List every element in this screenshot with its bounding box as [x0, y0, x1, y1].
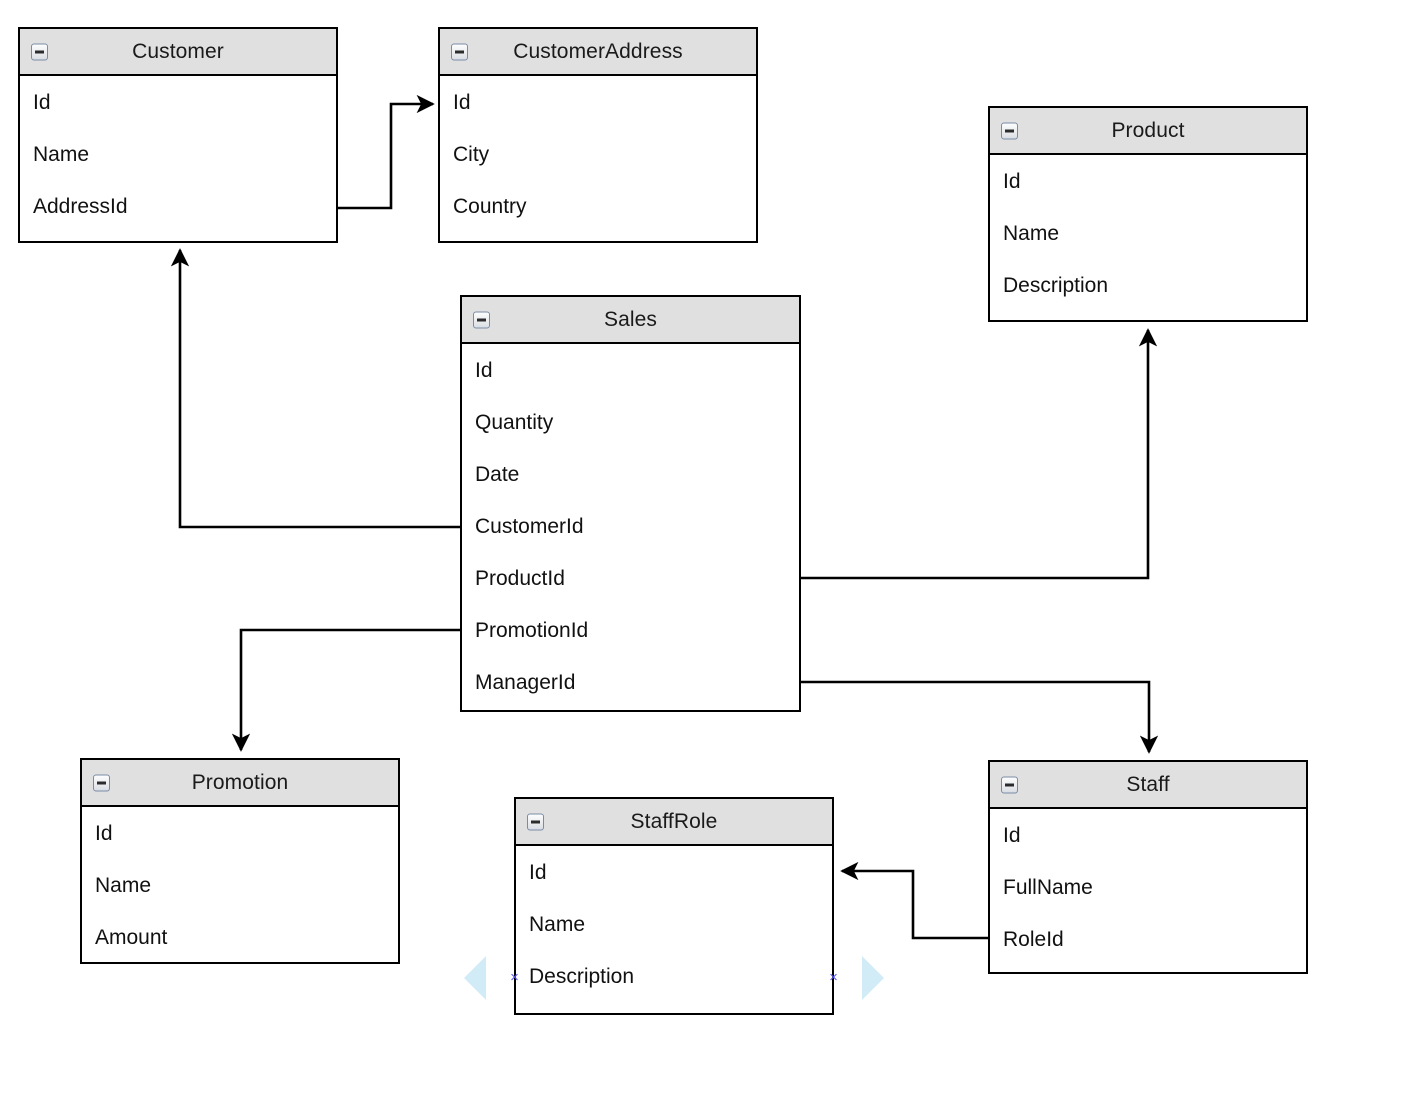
field-row[interactable]: Name — [82, 859, 398, 911]
field-row[interactable]: Amount — [82, 911, 398, 963]
field-row[interactable]: Id — [990, 809, 1306, 861]
field-row[interactable]: Name — [516, 898, 832, 950]
field-row[interactable]: ManagerId — [462, 656, 799, 708]
field-label: Name — [1003, 221, 1060, 245]
entity-table-sales[interactable]: Sales Id Quantity Date CustomerId ProductId Pr… — [460, 295, 801, 712]
entity-field-list: Id Quantity Date CustomerId ProductId Promoti… — [462, 344, 799, 708]
connection-anchor-left-icon[interactable]: × — [508, 970, 521, 985]
field-label: Name — [95, 873, 152, 897]
field-label: ManagerId — [475, 670, 576, 694]
field-label: Id — [1003, 823, 1021, 847]
entity-header-sales[interactable]: Sales — [462, 297, 799, 344]
entity-header-staff[interactable]: Staff — [990, 762, 1306, 809]
field-label: Country — [453, 194, 527, 218]
field-label: RoleId — [1003, 927, 1064, 951]
field-label: City — [453, 142, 490, 166]
field-row[interactable]: RoleId — [990, 913, 1306, 965]
field-row[interactable]: Id — [516, 846, 832, 898]
field-row[interactable]: Date — [462, 448, 799, 500]
entity-title: Staff — [1126, 773, 1170, 796]
entity-field-list: Id Name Description — [990, 155, 1306, 311]
minus-box-icon[interactable] — [93, 774, 110, 791]
field-row[interactable]: Id — [462, 344, 799, 396]
field-label: Id — [475, 358, 493, 382]
field-label: Description — [1003, 273, 1109, 297]
entity-title: Promotion — [191, 771, 289, 794]
entity-field-list: Id FullName RoleId — [990, 809, 1306, 965]
field-label: Id — [33, 90, 51, 114]
field-row[interactable]: Id — [440, 76, 756, 128]
field-label: Date — [475, 462, 520, 486]
field-label: Id — [1003, 169, 1021, 193]
entity-field-list: Id Name Amount — [82, 807, 398, 963]
entity-field-list: Id City Country — [440, 76, 756, 232]
relationship-edge-sales-customerid-to-customer[interactable] — [170, 248, 460, 529]
relationship-edge-sales-managerid-to-staff[interactable] — [801, 680, 1159, 754]
field-label: Amount — [95, 925, 168, 949]
field-label: CustomerId — [475, 514, 584, 538]
minus-box-icon[interactable] — [1001, 122, 1018, 139]
field-row[interactable]: Description — [516, 950, 832, 1002]
minus-box-icon[interactable] — [473, 311, 490, 328]
field-row[interactable]: Name — [20, 128, 336, 180]
entity-header-customer_address[interactable]: CustomerAddress — [440, 29, 756, 76]
nav-arrow-left-icon[interactable] — [464, 956, 486, 1000]
field-row[interactable]: ProductId — [462, 552, 799, 604]
entity-title: Product — [1111, 119, 1185, 142]
field-label: AddressId — [33, 194, 128, 218]
connection-anchor-right-icon[interactable]: × — [827, 970, 840, 985]
field-row[interactable]: City — [440, 128, 756, 180]
field-label: ProductId — [475, 566, 565, 590]
field-row[interactable]: CustomerId — [462, 500, 799, 552]
entity-table-customer[interactable]: Customer Id Name AddressId — [18, 27, 338, 243]
field-row[interactable]: Description — [990, 259, 1306, 311]
field-row[interactable]: Id — [82, 807, 398, 859]
minus-box-icon[interactable] — [31, 43, 48, 60]
field-label: Quantity — [475, 410, 554, 434]
relationship-edge-customer-addressid-to-customeraddress-id[interactable] — [338, 94, 435, 210]
minus-box-icon[interactable] — [1001, 776, 1018, 793]
field-label: Id — [453, 90, 471, 114]
entity-table-customer_address[interactable]: CustomerAddress Id City Country — [438, 27, 758, 243]
relationship-edge-staff-roleid-to-staffrole[interactable] — [840, 861, 988, 940]
entity-field-list: Id Name AddressId — [20, 76, 336, 232]
field-row[interactable]: FullName — [990, 861, 1306, 913]
entity-title: CustomerAddress — [513, 40, 683, 63]
entity-title: Customer — [132, 40, 224, 63]
field-row[interactable]: Id — [990, 155, 1306, 207]
nav-arrow-right-icon[interactable] — [862, 956, 884, 1000]
entity-field-list: Id Name Description — [516, 846, 832, 1002]
entity-table-staff_role[interactable]: StaffRole Id Name Description — [514, 797, 834, 1015]
field-label: Name — [33, 142, 90, 166]
entity-header-customer[interactable]: Customer — [20, 29, 336, 76]
field-row[interactable]: Quantity — [462, 396, 799, 448]
field-label: PromotionId — [475, 618, 589, 642]
minus-box-icon[interactable] — [527, 813, 544, 830]
field-row[interactable]: Name — [990, 207, 1306, 259]
field-label: FullName — [1003, 875, 1093, 899]
entity-header-promotion[interactable]: Promotion — [82, 760, 398, 807]
field-label: Id — [529, 860, 547, 884]
field-row[interactable]: Id — [20, 76, 336, 128]
field-label: Description — [529, 964, 635, 988]
entity-table-product[interactable]: Product Id Name Description — [988, 106, 1308, 322]
entity-header-product[interactable]: Product — [990, 108, 1306, 155]
field-label: Id — [95, 821, 113, 845]
field-row[interactable]: PromotionId — [462, 604, 799, 656]
entity-table-staff[interactable]: Staff Id FullName RoleId — [988, 760, 1308, 974]
entity-title: Sales — [603, 308, 658, 331]
entity-header-staff_role[interactable]: StaffRole — [516, 799, 832, 846]
field-label: Name — [529, 912, 586, 936]
field-row[interactable]: Country — [440, 180, 756, 232]
entity-table-promotion[interactable]: Promotion Id Name Amount — [80, 758, 400, 964]
minus-box-icon[interactable] — [451, 43, 468, 60]
field-row[interactable]: AddressId — [20, 180, 336, 232]
relationship-edge-sales-productid-to-product[interactable] — [801, 328, 1158, 580]
relationship-edge-sales-promotionid-to-promotion[interactable] — [231, 628, 460, 752]
entity-title: StaffRole — [630, 810, 718, 833]
diagram-canvas[interactable]: Customer Id Name AddressId CustomerAddress Id… — [0, 0, 1414, 1100]
